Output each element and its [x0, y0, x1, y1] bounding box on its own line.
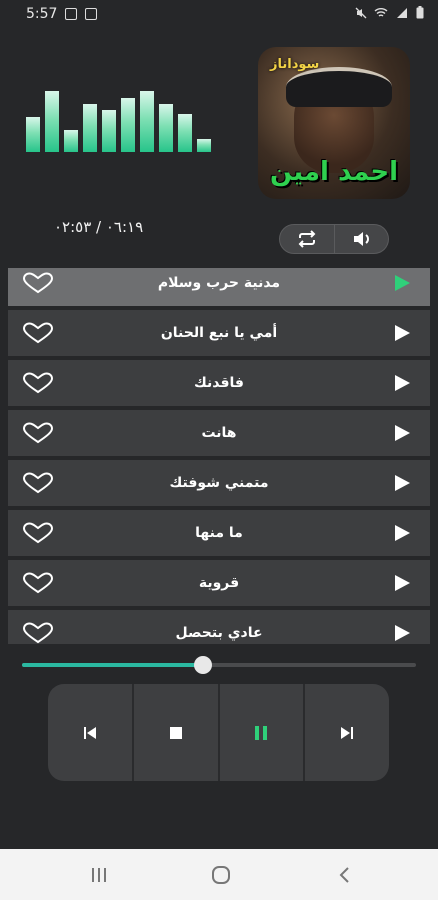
- seekbar[interactable]: [22, 656, 416, 674]
- seekbar-thumb[interactable]: [194, 656, 212, 674]
- play-icon[interactable]: [395, 325, 410, 341]
- track-row[interactable]: عادي بتحصل: [8, 610, 430, 644]
- home-icon: [212, 866, 230, 884]
- time-readout: ٠٦:١٩ / ٠٢:٥٣: [54, 218, 144, 236]
- track-title: عادي بتحصل: [175, 625, 263, 641]
- gallery-icon: [65, 8, 77, 20]
- album-title: احمد امين: [269, 157, 399, 187]
- visualizer-bar: [197, 139, 211, 152]
- track-row[interactable]: أمي يا نبع الحنان: [8, 310, 430, 356]
- previous-button[interactable]: [48, 684, 134, 781]
- system-nav-bar: [0, 849, 438, 900]
- heart-icon[interactable]: [22, 322, 54, 344]
- track-title: مدنية حرب وسلام: [157, 275, 281, 291]
- heart-icon[interactable]: [22, 372, 54, 394]
- track-row[interactable]: قروية: [8, 560, 430, 606]
- mute-icon: [355, 7, 366, 19]
- repeat-button[interactable]: [279, 224, 335, 254]
- player-controls: [48, 684, 389, 781]
- stop-button[interactable]: [134, 684, 220, 781]
- track-title: متمني شوفتك: [169, 475, 269, 491]
- play-icon[interactable]: [395, 525, 410, 541]
- wifi-icon: [374, 8, 388, 17]
- next-button[interactable]: [305, 684, 389, 781]
- home-button[interactable]: [209, 863, 233, 887]
- previous-icon: [83, 726, 96, 739]
- pause-button[interactable]: [220, 684, 306, 781]
- pause-icon: [255, 725, 268, 740]
- battery-icon: [416, 6, 424, 19]
- track-title: فاقدنك: [194, 375, 244, 391]
- heart-icon[interactable]: [22, 422, 54, 444]
- back-button[interactable]: [334, 863, 354, 887]
- visualizer-bar: [178, 114, 192, 152]
- heart-icon[interactable]: [22, 472, 54, 494]
- play-icon[interactable]: [395, 375, 410, 391]
- heart-icon[interactable]: [22, 572, 54, 594]
- album-art: سوداناز احمد امين: [258, 47, 410, 199]
- volume-button[interactable]: [335, 224, 389, 254]
- status-bar: 5:57: [0, 0, 438, 30]
- seekbar-fill: [22, 663, 203, 667]
- signal-icon: [397, 8, 408, 18]
- play-icon[interactable]: [395, 425, 410, 441]
- visualizer-bar: [83, 104, 97, 152]
- heart-icon[interactable]: [22, 622, 54, 644]
- heart-icon[interactable]: [22, 522, 54, 544]
- track-title: قروية: [198, 575, 240, 591]
- play-icon[interactable]: [395, 625, 410, 641]
- recent-apps-button[interactable]: [88, 863, 110, 887]
- play-icon[interactable]: [395, 275, 410, 291]
- track-row[interactable]: ما منها: [8, 510, 430, 556]
- recent-apps-icon: [92, 868, 106, 882]
- track-row[interactable]: متمني شوفتك: [8, 460, 430, 506]
- back-icon: [339, 867, 349, 883]
- gallery-icon: [85, 8, 97, 20]
- playlist[interactable]: مدنية حرب وسلام أمي يا نبع الحنان فاقدنك ها…: [8, 268, 430, 644]
- repeat-icon: [298, 230, 316, 248]
- stop-icon: [169, 726, 182, 739]
- track-row[interactable]: فاقدنك: [8, 360, 430, 406]
- visualizer-bar: [121, 98, 135, 152]
- track-title: ما منها: [195, 525, 243, 541]
- track-title: أمي يا نبع الحنان: [160, 325, 278, 341]
- play-icon[interactable]: [395, 475, 410, 491]
- volume-icon: [353, 232, 369, 246]
- visualizer-bar: [140, 91, 154, 152]
- visualizer-bar: [45, 91, 59, 152]
- track-row[interactable]: مدنية حرب وسلام: [8, 268, 430, 306]
- status-icons: [355, 6, 424, 22]
- visualizer-bar: [159, 104, 173, 152]
- visualizer-bar: [26, 117, 40, 152]
- album-tag: سوداناز: [270, 57, 320, 72]
- play-icon[interactable]: [395, 575, 410, 591]
- track-title: هانت: [201, 425, 237, 441]
- status-time: 5:57: [26, 6, 58, 22]
- heart-icon[interactable]: [22, 272, 54, 294]
- track-row[interactable]: هانت: [8, 410, 430, 456]
- audio-visualizer: [26, 88, 216, 152]
- visualizer-bar: [64, 130, 78, 152]
- visualizer-bar: [102, 110, 116, 152]
- next-icon: [341, 726, 354, 739]
